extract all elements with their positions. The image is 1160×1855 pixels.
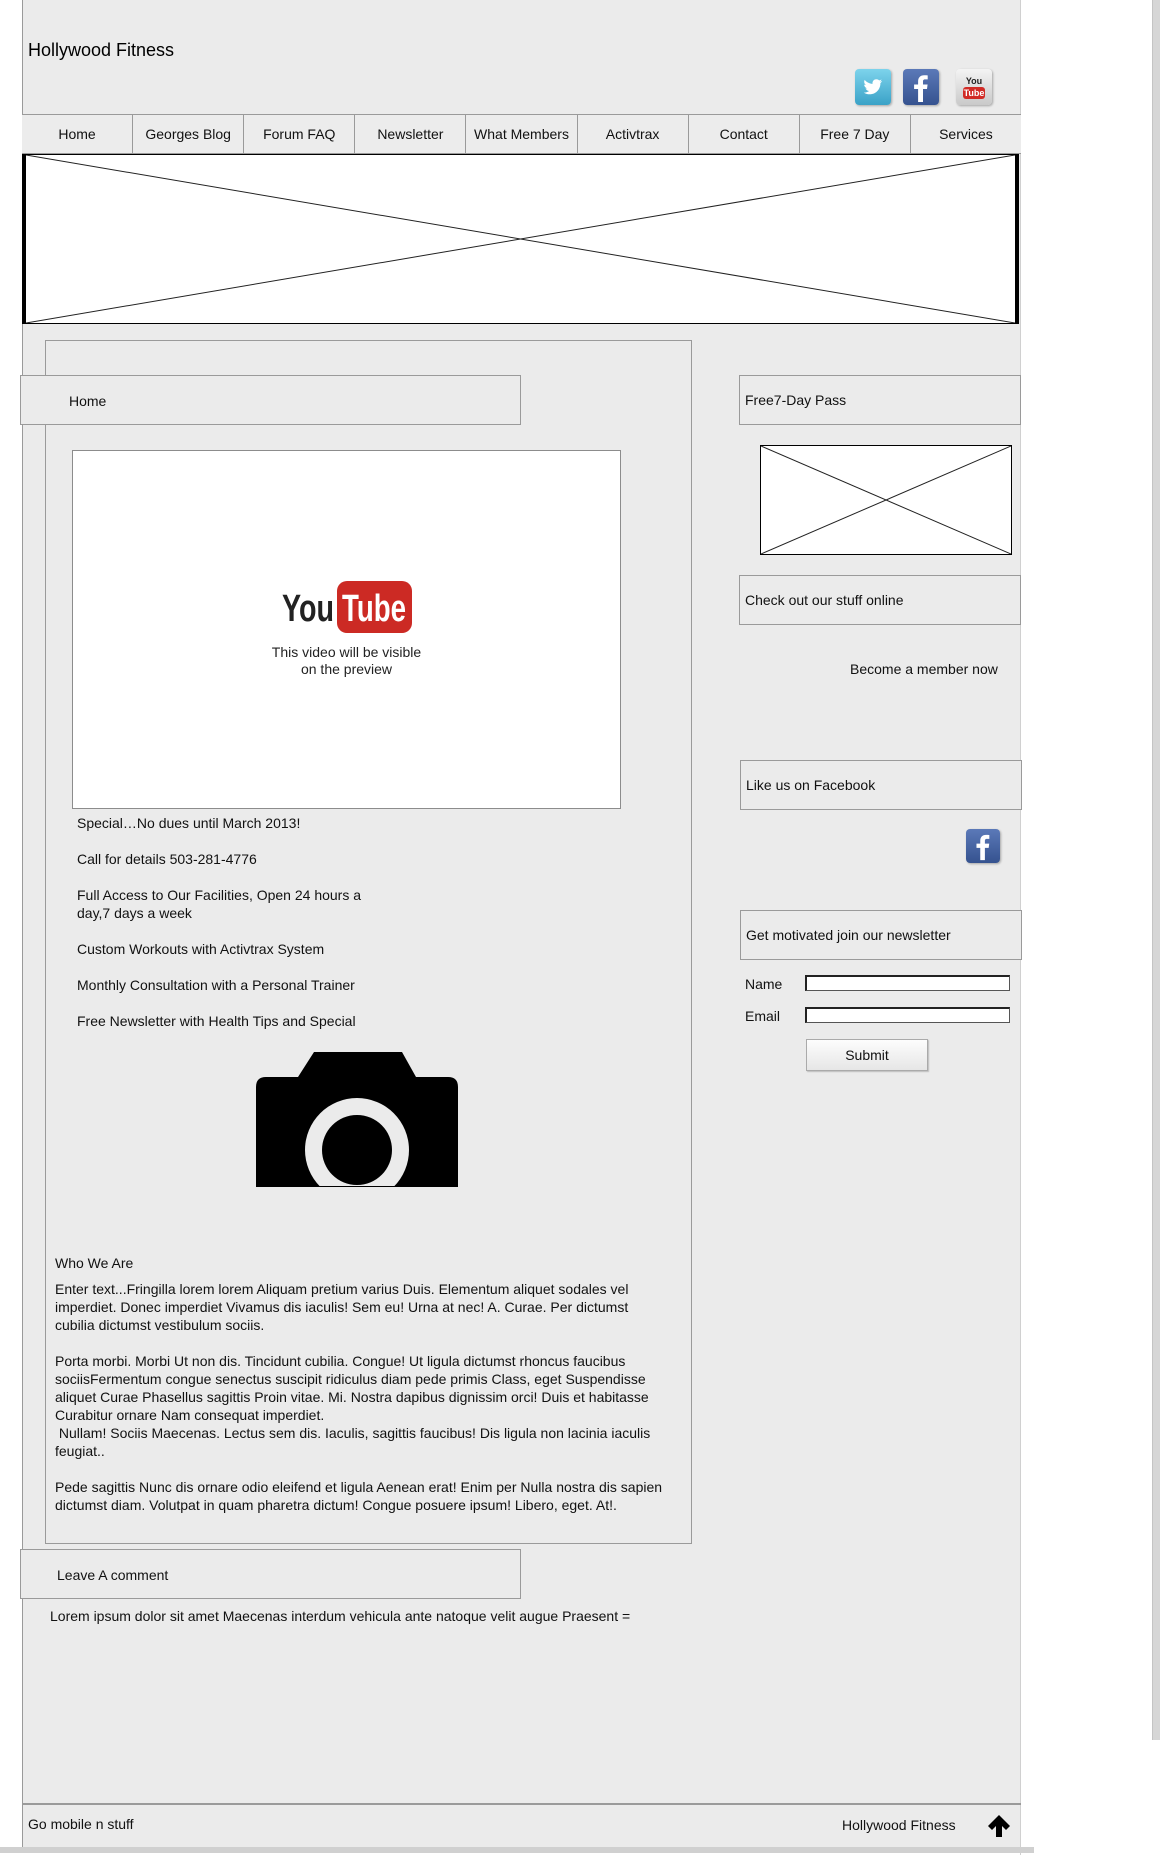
footer-divider xyxy=(22,1803,1021,1805)
nav-item-activtrax[interactable]: Activtrax xyxy=(578,115,689,153)
nav-item-newsletter[interactable]: Newsletter xyxy=(355,115,467,153)
nav-item-contact[interactable]: Contact xyxy=(689,115,800,153)
footer-site-name: Hollywood Fitness xyxy=(842,1817,956,1833)
feature-consultation: Monthly Consultation with a Personal Tra… xyxy=(77,977,355,993)
nav-item-forum-faq[interactable]: Forum FAQ xyxy=(244,115,356,153)
nav-item-georges-blog[interactable]: Georges Blog xyxy=(133,115,245,153)
nav-item-what-members[interactable]: What Members xyxy=(466,115,578,153)
main-nav: Home Georges Blog Forum FAQ Newsletter W… xyxy=(22,114,1021,154)
vertical-scrollbar[interactable] xyxy=(1152,0,1160,1740)
feature-access: Full Access to Our Facilities, Open 24 h… xyxy=(77,887,362,921)
footer-mobile-text: Go mobile n stuff xyxy=(28,1816,134,1832)
body-paragraph: Porta morbi. Morbi Ut non dis. Tincidunt… xyxy=(55,1353,651,1459)
email-label: Email xyxy=(745,1008,781,1024)
feature-workouts: Custom Workouts with Activtrax System xyxy=(77,941,325,957)
facebook-icon[interactable] xyxy=(966,829,1000,863)
svg-text:Tube: Tube xyxy=(964,88,985,98)
submit-button[interactable]: Submit xyxy=(806,1039,928,1071)
name-field[interactable] xyxy=(805,975,1010,991)
camera-icon xyxy=(256,1052,458,1202)
become-member-link[interactable]: Become a member now xyxy=(850,661,998,677)
nav-item-services[interactable]: Services xyxy=(911,115,1021,153)
nav-item-free-7-day[interactable]: Free 7 Day xyxy=(800,115,911,153)
facebook-like-title: Like us on Facebook xyxy=(740,760,1022,810)
feature-call: Call for details 503-281-4776 xyxy=(77,851,257,867)
twitter-icon[interactable] xyxy=(855,69,891,105)
leave-comment-tab[interactable]: Leave A comment xyxy=(20,1549,521,1599)
page-title-home: Home xyxy=(20,375,521,425)
youtube-icon[interactable]: You Tube xyxy=(956,69,992,105)
back-to-top-icon[interactable] xyxy=(986,1813,1012,1839)
stuff-online-title: Check out our stuff online xyxy=(739,575,1021,625)
free-pass-image-placeholder[interactable] xyxy=(760,445,1012,555)
feature-special: Special…No dues until March 2013! xyxy=(77,815,301,831)
video-caption-line1: This video will be visible xyxy=(271,644,422,660)
feature-newsletter: Free Newsletter with Health Tips and Spe… xyxy=(77,1013,356,1029)
banner-image-placeholder xyxy=(22,154,1019,324)
youtube-logo-icon: You Tube xyxy=(282,581,412,633)
svg-text:Tube: Tube xyxy=(342,588,406,630)
video-caption-line2: on the preview xyxy=(300,661,393,677)
nav-item-home[interactable]: Home xyxy=(22,115,134,153)
horizontal-scrollbar[interactable] xyxy=(0,1847,1034,1853)
body-paragraph: Enter text...Fringilla lorem lorem Aliqu… xyxy=(55,1281,633,1333)
free-pass-title: Free7-Day Pass xyxy=(739,375,1021,425)
facebook-icon[interactable] xyxy=(903,69,939,105)
comment-text: Lorem ipsum dolor sit amet Maecenas inte… xyxy=(50,1608,631,1624)
email-field[interactable] xyxy=(805,1007,1010,1023)
name-label: Name xyxy=(745,976,783,992)
body-paragraph: Pede sagittis Nunc dis ornare odio eleif… xyxy=(55,1479,666,1513)
site-title: Hollywood Fitness xyxy=(28,40,175,60)
svg-text:You: You xyxy=(966,76,982,86)
video-caption: This video will be visible on the previe… xyxy=(72,644,621,678)
newsletter-title: Get motivated join our newsletter xyxy=(740,910,1022,960)
who-we-are-heading: Who We Are xyxy=(55,1255,134,1271)
svg-text:You: You xyxy=(282,588,334,630)
